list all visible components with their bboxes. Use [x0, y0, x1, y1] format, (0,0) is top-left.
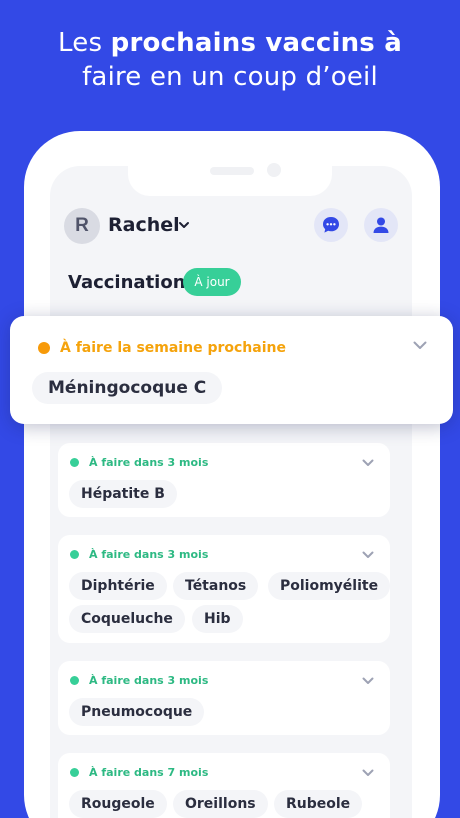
- vaccine-chip: Tétanos: [173, 572, 259, 600]
- profile-button[interactable]: [364, 208, 398, 242]
- vaccine-card[interactable]: À faire dans 3 mois Pneumocoque: [58, 661, 390, 735]
- headline-line2: faire en un coup d’oeil: [82, 62, 378, 92]
- due-label: À faire dans 3 mois: [70, 456, 208, 469]
- status-badge: À jour: [183, 268, 241, 296]
- vaccine-chip: Hib: [192, 605, 243, 633]
- vaccine-chip: Rougeole: [69, 790, 167, 818]
- chevron-down-icon[interactable]: [413, 341, 427, 350]
- vaccine-chip: Rubeole: [274, 790, 363, 818]
- headline: Les prochains vaccins à faire en un coup…: [0, 26, 460, 94]
- phone-speaker: [210, 167, 254, 175]
- due-label: À faire la semaine prochaine: [38, 340, 286, 356]
- vaccine-card[interactable]: À faire dans 3 mois Diphtérie Tétanos Po…: [58, 535, 391, 643]
- chevron-down-icon[interactable]: [362, 769, 374, 777]
- due-label: À faire dans 3 mois: [70, 548, 208, 561]
- section-title: Vaccination: [68, 272, 186, 293]
- vaccine-chip: Pneumocoque: [69, 698, 205, 726]
- vaccine-card[interactable]: À faire dans 7 mois Rougeole Oreillons R…: [58, 753, 390, 818]
- avatar[interactable]: R: [64, 208, 100, 244]
- chat-bubble-icon: [323, 217, 339, 233]
- status-dot: [70, 458, 79, 467]
- vaccine-chip: Poliomyélite: [268, 572, 391, 600]
- vaccine-chip: Méningocoque C: [32, 372, 223, 404]
- chevron-down-icon[interactable]: [362, 677, 374, 685]
- phone-camera: [267, 163, 281, 177]
- vaccine-chip: Hépatite B: [69, 480, 177, 508]
- vaccine-card[interactable]: À faire dans 3 mois Hépatite B: [58, 443, 390, 517]
- headline-line1-light: Les: [58, 28, 111, 58]
- status-dot: [70, 768, 79, 777]
- chevron-down-icon[interactable]: [362, 551, 374, 559]
- status-dot: [70, 676, 79, 685]
- status-dot: [70, 550, 79, 559]
- chat-button[interactable]: [314, 208, 348, 242]
- user-name[interactable]: Rachel: [108, 214, 180, 236]
- status-dot: [38, 342, 50, 354]
- vaccine-chip: Diphtérie: [69, 572, 167, 600]
- chevron-down-icon[interactable]: [362, 459, 374, 467]
- user-icon: [373, 217, 389, 233]
- due-label: À faire dans 7 mois: [70, 766, 208, 779]
- headline-line1-bold: prochains vaccins à: [110, 28, 402, 58]
- due-label: À faire dans 3 mois: [70, 674, 208, 687]
- vaccine-chip: Oreillons: [173, 790, 268, 818]
- next-week-card[interactable]: À faire la semaine prochaine Méningocoqu…: [10, 316, 453, 424]
- vaccine-chip: Coqueluche: [69, 605, 185, 633]
- chevron-down-icon[interactable]: [178, 220, 190, 230]
